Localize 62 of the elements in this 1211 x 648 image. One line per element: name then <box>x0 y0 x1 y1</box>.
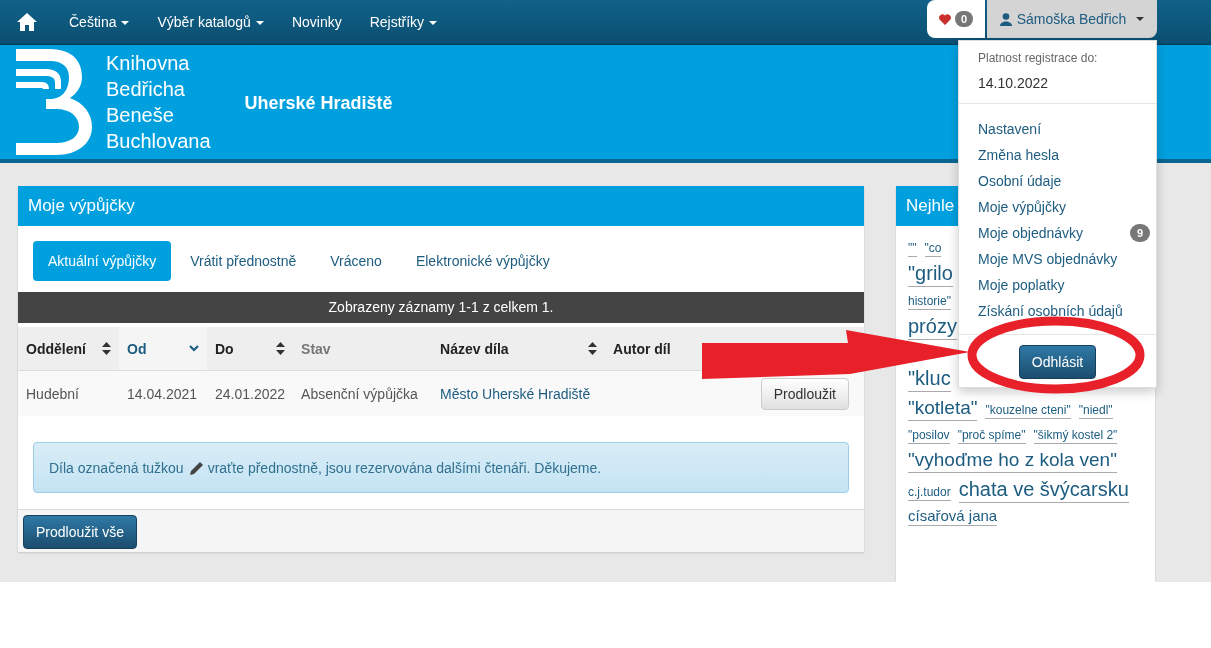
notice-text: vraťte přednostně, jsou rezervována dalšími čtenáři. Děkujeme. <box>207 459 602 476</box>
favorites-count: 0 <box>954 11 974 27</box>
search-tag[interactable]: prózy <box>908 314 957 340</box>
library-name-line: Buchlovana <box>106 129 211 154</box>
favorites-button[interactable]: 0 <box>927 0 985 38</box>
table-cell: Absenční výpůjčka <box>293 370 433 416</box>
city-title: Uherské Hradiště <box>244 92 393 114</box>
table-cell: 14.04.2021 <box>119 370 207 416</box>
library-name-line: Knihovna <box>106 51 191 76</box>
table-cell: 24.01.2022 <box>207 370 294 416</box>
dropdown-menu-item[interactable]: Získání osobních údajů <box>959 298 1156 324</box>
search-tag[interactable]: "niedl" <box>1078 403 1113 419</box>
search-tag[interactable]: "" <box>908 241 917 257</box>
notice-text: Díla označená tužkou <box>49 459 184 476</box>
search-tag[interactable]: historie" <box>908 294 951 310</box>
user-menu-button[interactable]: Sámoška Bedřich <box>987 0 1157 38</box>
search-tag[interactable]: "kouzelne cteni" <box>985 403 1071 419</box>
loans-tab[interactable]: Elektronické výpůjčky <box>400 241 565 281</box>
panel-title: Moje výpůjčky <box>18 186 864 226</box>
search-tag[interactable]: "grilo <box>908 261 953 287</box>
search-tag[interactable]: "kotleta" <box>908 396 978 421</box>
search-tag[interactable]: "šikmý kostel 2" <box>1033 427 1118 444</box>
renew-button[interactable]: Prodloužit <box>760 377 849 410</box>
search-tag[interactable]: "kluc <box>908 366 951 392</box>
column-header[interactable]: Autor díl <box>613 340 671 357</box>
nav-menu-item[interactable]: Rejstříky <box>355 14 452 30</box>
person-icon <box>999 12 1012 26</box>
search-tag[interactable]: "vyhoďme ho z kola ven" <box>908 447 1117 473</box>
home-icon[interactable] <box>17 13 37 31</box>
search-tag[interactable]: císařová jana <box>908 506 998 527</box>
search-tag[interactable]: "co <box>924 241 942 257</box>
library-name-line: Bedřicha <box>106 77 186 102</box>
column-header[interactable]: Od <box>127 340 147 357</box>
loans-tab[interactable]: Vráceno <box>315 241 397 281</box>
logout-button[interactable]: Odhlásit <box>1018 345 1097 379</box>
column-header[interactable]: Stav <box>301 340 331 357</box>
dropdown-menu-item[interactable]: Změna hesla <box>959 142 1156 168</box>
library-name-line: Beneše <box>106 103 175 128</box>
column-header[interactable]: Název díla <box>440 340 509 357</box>
renew-all-button[interactable]: Prodloužit vše <box>23 515 137 549</box>
validity-label: Platnost registrace do: <box>977 50 1099 65</box>
column-header[interactable]: Do <box>215 340 234 357</box>
search-tag[interactable]: "proč spíme" <box>957 427 1026 444</box>
validity-date: 14.10.2022 <box>977 74 1050 93</box>
search-tag[interactable]: c.j.tudor <box>908 484 951 501</box>
records-summary: Zobrazeny záznamy 1-1 z celkem 1. <box>18 292 864 323</box>
logo-icon <box>16 49 92 155</box>
heart-icon <box>938 13 951 25</box>
dropdown-menu-item[interactable]: Moje poplatky <box>959 272 1156 298</box>
search-tag[interactable]: "posilov <box>908 427 950 444</box>
nav-menu-item[interactable]: Novinky <box>277 14 356 30</box>
dropdown-menu-item[interactable]: Nastavení <box>959 116 1156 142</box>
dropdown-menu-item[interactable]: Moje výpůjčky <box>959 194 1156 220</box>
nav-menu-item[interactable]: Čeština <box>55 14 144 30</box>
table-cell: Hudební <box>18 370 119 416</box>
pencil-icon <box>189 460 204 475</box>
dropdown-menu-item[interactable]: Moje MVS objednávky <box>959 246 1156 272</box>
nav-menu-item[interactable]: Výběr katalogů <box>143 14 278 30</box>
title-link[interactable]: Město Uherské Hradiště <box>432 370 606 416</box>
search-tag[interactable]: chata ve švýcarsku <box>958 476 1129 503</box>
count-badge: 9 <box>1129 224 1150 242</box>
loans-tab[interactable]: Vrátit přednostně <box>175 241 312 281</box>
